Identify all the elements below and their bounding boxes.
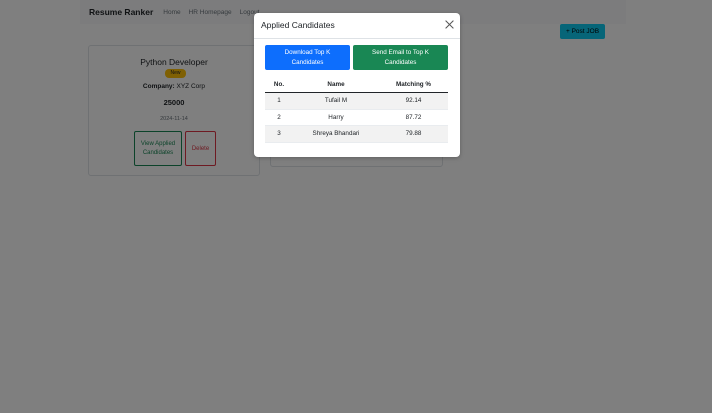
header-name: Name	[327, 81, 345, 88]
modal-header: Applied Candidates	[254, 13, 460, 39]
candidates-table: No. Name Matching % 1 Tufail M 92.14 2 H…	[265, 77, 448, 143]
header-no: No.	[273, 81, 285, 88]
cell-matching: 79.88	[405, 130, 422, 138]
table-header: No. Name Matching %	[265, 77, 448, 93]
modal-title: Applied Candidates	[261, 20, 335, 30]
cell-no: 1	[277, 97, 281, 105]
table-row: 2 Harry 87.72	[265, 110, 448, 126]
send-email-top-k-button[interactable]: Send Email to Top K Candidates	[353, 45, 448, 70]
download-top-k-button[interactable]: Download Top K Candidates	[265, 45, 350, 70]
header-matching: Matching %	[396, 81, 431, 88]
applied-candidates-modal: Applied Candidates Download Top K Candid…	[254, 13, 460, 157]
cell-name: Tufail M	[324, 97, 348, 105]
cell-no: 2	[277, 113, 281, 121]
table-row: 1 Tufail M 92.14	[265, 93, 448, 110]
cell-no: 3	[277, 130, 281, 138]
cell-name: Harry	[328, 113, 344, 121]
close-icon[interactable]	[444, 19, 455, 30]
cell-matching: 87.72	[405, 113, 422, 121]
cell-name: Shreya Bhandari	[312, 130, 360, 138]
table-row: 3 Shreya Bhandari 79.88	[265, 126, 448, 143]
cell-matching: 92.14	[405, 97, 422, 105]
